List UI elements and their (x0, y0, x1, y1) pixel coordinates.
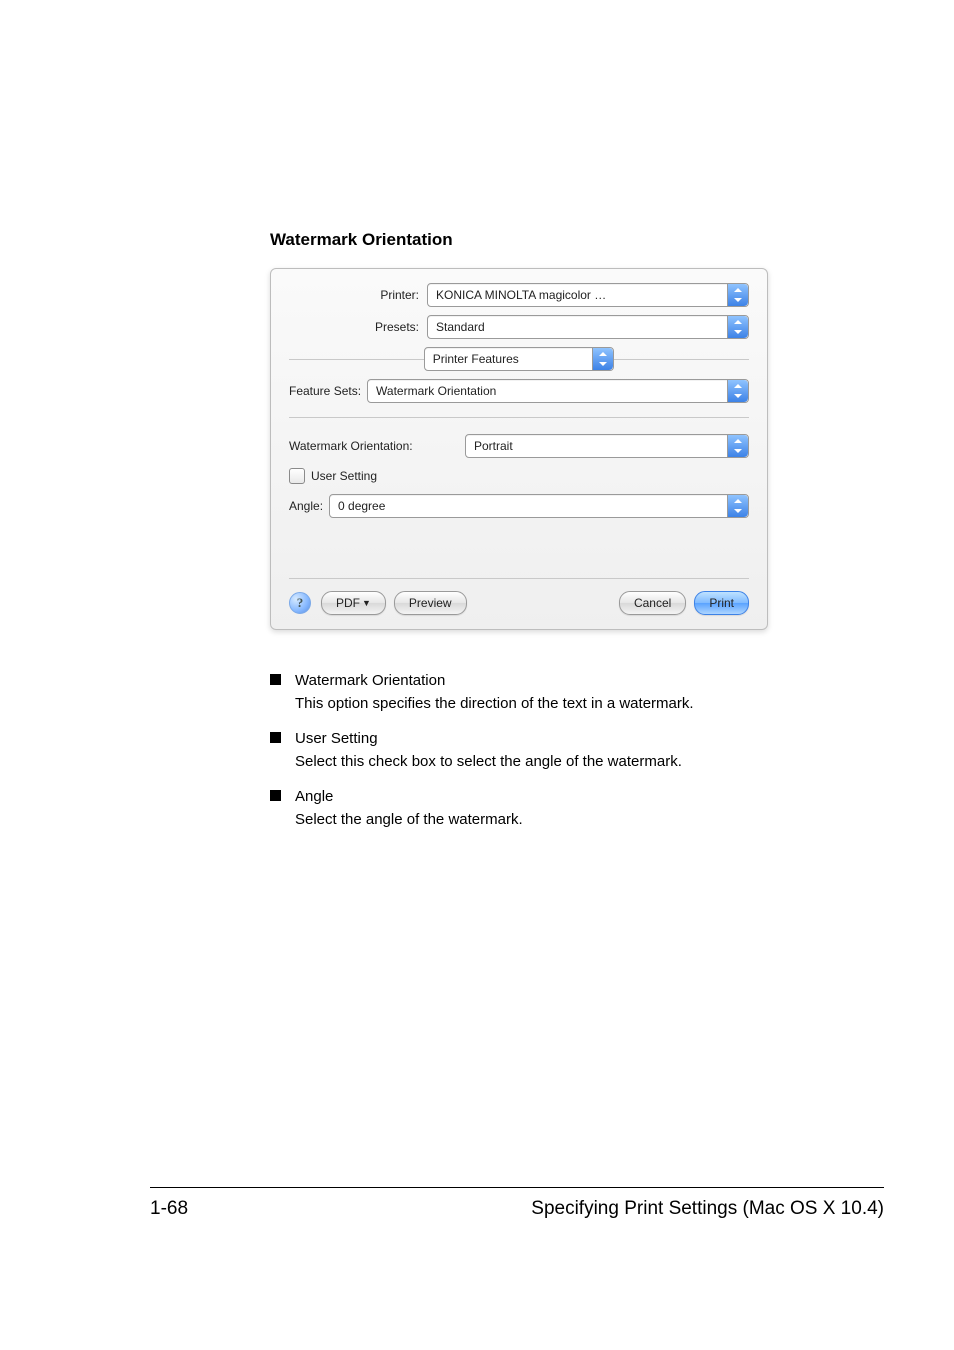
updown-arrows-icon (727, 316, 748, 338)
presets-label: Presets: (289, 320, 427, 334)
angle-select[interactable]: 0 degree (329, 494, 749, 518)
help-button[interactable]: ? (289, 592, 311, 614)
preview-label: Preview (409, 596, 452, 610)
print-label: Print (709, 596, 734, 610)
watermark-orientation-label: Watermark Orientation: (289, 439, 465, 453)
divider (289, 359, 424, 360)
bullet-head: User Setting (295, 728, 682, 749)
printer-select[interactable]: KONICA MINOLTA magicolor … (427, 283, 749, 307)
section-heading: Watermark Orientation (270, 230, 834, 250)
bullet-list: Watermark Orientation This option specif… (270, 670, 834, 830)
updown-arrows-icon (727, 380, 748, 402)
pdf-menu-button[interactable]: PDF ▼ (321, 591, 386, 615)
square-bullet-icon (270, 674, 281, 685)
footer-title: Specifying Print Settings (Mac OS X 10.4… (531, 1198, 884, 1220)
page-number: 1-68 (150, 1198, 188, 1220)
pane-select-value: Printer Features (425, 352, 593, 366)
list-item: Watermark Orientation This option specif… (270, 670, 834, 714)
square-bullet-icon (270, 790, 281, 801)
angle-value: 0 degree (330, 499, 727, 513)
disclosure-triangle-icon: ▼ (362, 598, 371, 608)
watermark-orientation-select[interactable]: Portrait (465, 434, 749, 458)
bullet-head: Angle (295, 786, 523, 807)
divider (289, 578, 749, 579)
pdf-menu-label: PDF (336, 596, 360, 610)
divider (150, 1187, 884, 1188)
divider (614, 359, 749, 360)
print-button[interactable]: Print (694, 591, 749, 615)
page-footer: 1-68 Specifying Print Settings (Mac OS X… (150, 1187, 884, 1220)
user-setting-label: User Setting (311, 469, 377, 483)
bullet-body: Select the angle of the watermark. (295, 809, 523, 830)
bullet-head: Watermark Orientation (295, 670, 694, 691)
user-setting-checkbox[interactable] (289, 468, 305, 484)
printer-label: Printer: (289, 288, 427, 302)
updown-arrows-icon (727, 435, 748, 457)
printer-select-value: KONICA MINOLTA magicolor … (428, 288, 727, 302)
feature-sets-select[interactable]: Watermark Orientation (367, 379, 749, 403)
feature-sets-label: Feature Sets: (289, 384, 367, 398)
pane-select[interactable]: Printer Features (424, 347, 615, 371)
feature-sets-value: Watermark Orientation (368, 384, 727, 398)
bullet-body: Select this check box to select the angl… (295, 751, 682, 772)
updown-arrows-icon (727, 284, 748, 306)
list-item: User Setting Select this check box to se… (270, 728, 834, 772)
divider (289, 417, 749, 418)
presets-select-value: Standard (428, 320, 727, 334)
angle-label: Angle: (289, 499, 329, 513)
square-bullet-icon (270, 732, 281, 743)
cancel-label: Cancel (634, 596, 671, 610)
bullet-body: This option specifies the direction of t… (295, 693, 694, 714)
preview-button[interactable]: Preview (394, 591, 467, 615)
updown-arrows-icon (727, 495, 748, 517)
cancel-button[interactable]: Cancel (619, 591, 686, 615)
watermark-orientation-value: Portrait (466, 439, 727, 453)
print-dialog: Printer: KONICA MINOLTA magicolor … Pres… (270, 268, 768, 630)
list-item: Angle Select the angle of the watermark. (270, 786, 834, 830)
updown-arrows-icon (592, 348, 613, 370)
presets-select[interactable]: Standard (427, 315, 749, 339)
